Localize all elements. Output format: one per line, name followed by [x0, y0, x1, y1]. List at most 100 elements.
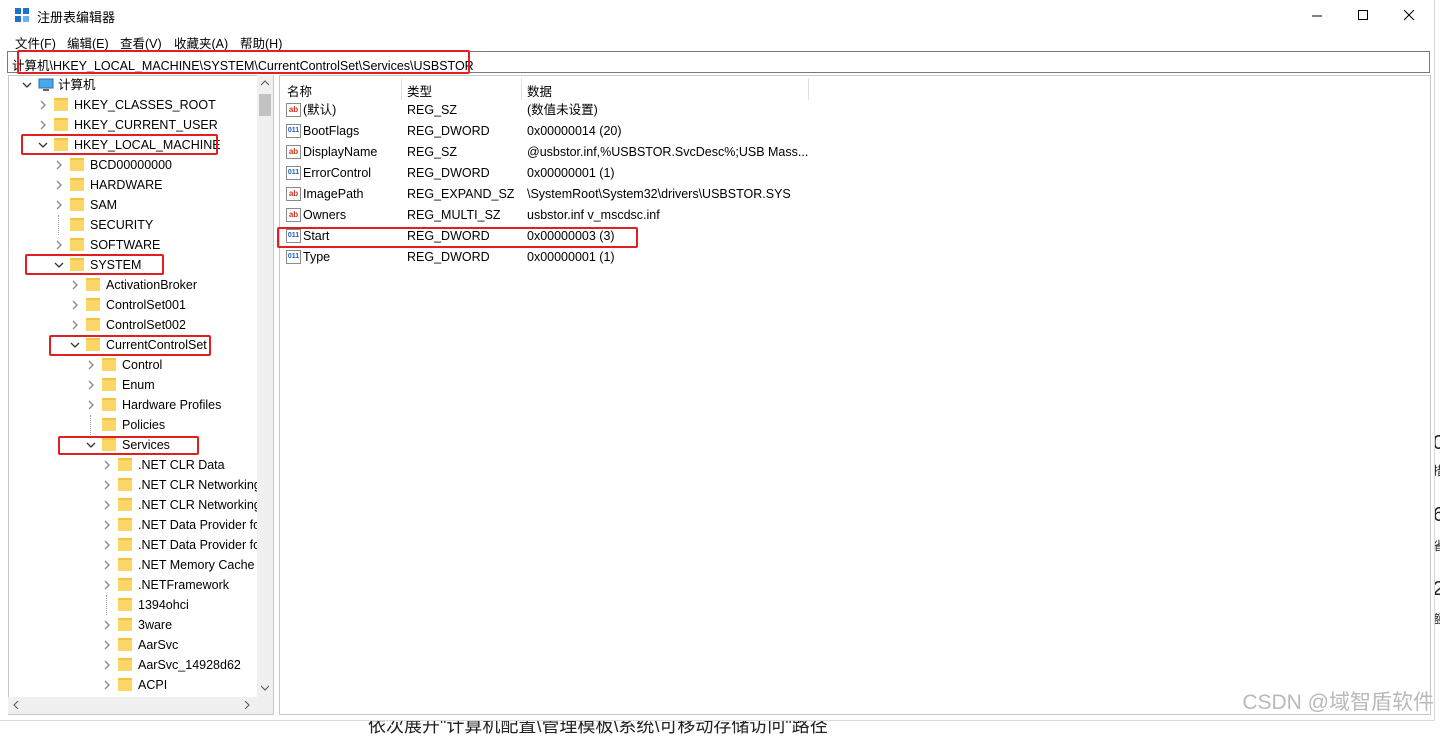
value-name: DisplayName — [303, 145, 378, 159]
tree-item-net-memory-cache[interactable]: .NET Memory Cache 4 — [8, 555, 265, 575]
value-data: \SystemRoot\System32\drivers\USBSTOR.SYS — [527, 187, 791, 201]
scroll-up-icon[interactable] — [261, 80, 269, 86]
column-divider[interactable] — [808, 78, 809, 100]
chevron-right-icon[interactable] — [102, 640, 112, 650]
menu-favorites[interactable]: 收藏夹(A) — [174, 33, 228, 52]
tree-item-security[interactable]: SECURITY — [8, 215, 257, 235]
chevron-right-icon[interactable] — [86, 400, 96, 410]
tree-vertical-scrollbar[interactable] — [257, 75, 273, 697]
scroll-left-icon[interactable] — [13, 701, 19, 709]
tree-item-3ware[interactable]: 3ware — [8, 615, 257, 635]
tree-item-net-data-provider[interactable]: .NET Data Provider fo — [8, 515, 260, 535]
chevron-right-icon[interactable] — [54, 240, 64, 250]
close-button[interactable] — [1386, 0, 1432, 31]
scroll-thumb[interactable] — [259, 94, 271, 116]
chevron-right-icon[interactable] — [54, 160, 64, 170]
tree-item-1394ohci[interactable]: 1394ohci — [8, 595, 257, 615]
chevron-down-icon[interactable] — [54, 260, 64, 270]
tree-item-net-data-provider-2[interactable]: .NET Data Provider fo — [8, 535, 260, 555]
column-divider[interactable] — [521, 78, 522, 100]
value-row-owners[interactable]: ab Owners REG_MULTI_SZ usbstor.inf v_mscdsc… — [280, 205, 1420, 226]
minimize-button[interactable] — [1294, 0, 1340, 31]
tree-item-label: Services — [122, 438, 170, 452]
chevron-right-icon[interactable] — [70, 300, 80, 310]
chevron-right-icon[interactable] — [102, 540, 112, 550]
tree-item-bcd[interactable]: BCD00000000 — [8, 155, 257, 175]
tree-item-controlset001[interactable]: ControlSet001 — [8, 295, 257, 315]
value-row-bootflags[interactable]: 011 BootFlags REG_DWORD 0x00000014 (20) — [280, 121, 1420, 142]
chevron-right-icon[interactable] — [38, 100, 48, 110]
tree-item-sam[interactable]: SAM — [8, 195, 257, 215]
chevron-right-icon[interactable] — [86, 360, 96, 370]
tree-item-control[interactable]: Control — [8, 355, 257, 375]
chevron-right-icon[interactable] — [102, 680, 112, 690]
menu-view[interactable]: 查看(V) — [120, 33, 162, 52]
scroll-right-icon[interactable] — [244, 701, 250, 709]
tree-item-software[interactable]: SOFTWARE — [8, 235, 257, 255]
value-row-imagepath[interactable]: ab ImagePath REG_EXPAND_SZ \SystemRoot\Syst… — [280, 184, 1420, 205]
tree-item-netframework[interactable]: .NETFramework — [8, 575, 257, 595]
tree-item-hardware[interactable]: HARDWARE — [8, 175, 257, 195]
column-divider[interactable] — [401, 78, 402, 100]
chevron-right-icon[interactable] — [38, 120, 48, 130]
binary-value-icon: 011 — [286, 229, 301, 243]
chevron-right-icon[interactable] — [70, 320, 80, 330]
tree-item-computer[interactable]: 计算机 — [8, 75, 257, 95]
value-row-type[interactable]: 011 Type REG_DWORD 0x00000001 (1) — [280, 247, 1420, 268]
tree-item-enum[interactable]: Enum — [8, 375, 257, 395]
chevron-right-icon[interactable] — [54, 180, 64, 190]
value-data: 0x00000001 (1) — [527, 250, 615, 264]
value-type: REG_SZ — [407, 103, 458, 117]
tree-item-acpi[interactable]: ACPI — [8, 675, 257, 695]
folder-icon — [118, 538, 132, 551]
value-row-start[interactable]: 011 Start REG_DWORD 0x00000003 (3) — [280, 226, 1420, 247]
value-row-default[interactable]: ab (默认) REG_SZ (数值未设置) — [280, 100, 1420, 121]
tree-item-net-clr-data[interactable]: .NET CLR Data — [8, 455, 257, 475]
tree-item-net-clr-networking[interactable]: .NET CLR Networking — [8, 475, 261, 495]
tree-item-aarsvc[interactable]: AarSvc — [8, 635, 257, 655]
chevron-down-icon[interactable] — [22, 80, 32, 90]
maximize-button[interactable] — [1340, 0, 1386, 31]
chevron-right-icon[interactable] — [54, 200, 64, 210]
binary-value-icon: 011 — [286, 166, 301, 180]
chevron-right-icon[interactable] — [86, 380, 96, 390]
folder-icon — [118, 678, 132, 691]
scroll-down-icon[interactable] — [261, 685, 269, 691]
title-bar: 注册表编辑器 — [0, 0, 1434, 31]
tree-item-hkey-current-user[interactable]: HKEY_CURRENT_USER — [8, 115, 257, 135]
chevron-right-icon[interactable] — [102, 500, 112, 510]
tree-horizontal-scrollbar[interactable] — [8, 697, 273, 714]
address-bar[interactable]: 计算机\HKEY_LOCAL_MACHINE\SYSTEM\CurrentCon… — [7, 51, 1430, 73]
tree-item-controlset002[interactable]: ControlSet002 — [8, 315, 257, 335]
chevron-right-icon[interactable] — [102, 660, 112, 670]
tree-item-label: HKEY_CLASSES_ROOT — [74, 98, 216, 112]
tree-item-services[interactable]: Services — [8, 435, 257, 455]
tree-item-aarsvc-14928d62[interactable]: AarSvc_14928d62 — [8, 655, 257, 675]
value-row-errorcontrol[interactable]: 011 ErrorControl REG_DWORD 0x00000001 (1) — [280, 163, 1420, 184]
tree-item-hardware-profiles[interactable]: Hardware Profiles — [8, 395, 257, 415]
chevron-down-icon[interactable] — [38, 140, 48, 150]
chevron-right-icon[interactable] — [102, 560, 112, 570]
chevron-right-icon[interactable] — [102, 520, 112, 530]
chevron-right-icon[interactable] — [102, 460, 112, 470]
value-name: ErrorControl — [303, 166, 372, 180]
chevron-right-icon[interactable] — [102, 480, 112, 490]
tree-item-hkey-local-machine[interactable]: HKEY_LOCAL_MACHINE — [8, 135, 257, 155]
menu-file[interactable]: 文件(F) — [15, 33, 56, 52]
menu-help[interactable]: 帮助(H) — [240, 33, 282, 52]
tree-item-system[interactable]: SYSTEM — [8, 255, 257, 275]
value-row-displayname[interactable]: ab DisplayName REG_SZ @usbstor.inf,%USBSTOR… — [280, 142, 1420, 163]
menu-edit[interactable]: 编辑(E) — [67, 33, 109, 52]
chevron-right-icon[interactable] — [102, 620, 112, 630]
tree-item-hkey-classes-root[interactable]: HKEY_CLASSES_ROOT — [8, 95, 257, 115]
folder-icon — [118, 478, 132, 491]
chevron-right-icon[interactable] — [102, 580, 112, 590]
folder-icon — [54, 138, 68, 151]
tree-item-currentcontrolset[interactable]: CurrentControlSet — [8, 335, 257, 355]
chevron-down-icon[interactable] — [86, 440, 96, 450]
tree-item-activation-broker[interactable]: ActivationBroker — [8, 275, 257, 295]
tree-item-policies[interactable]: Policies — [8, 415, 257, 435]
chevron-down-icon[interactable] — [70, 340, 80, 350]
chevron-right-icon[interactable] — [70, 280, 80, 290]
tree-item-net-clr-networking-2[interactable]: .NET CLR Networking — [8, 495, 261, 515]
